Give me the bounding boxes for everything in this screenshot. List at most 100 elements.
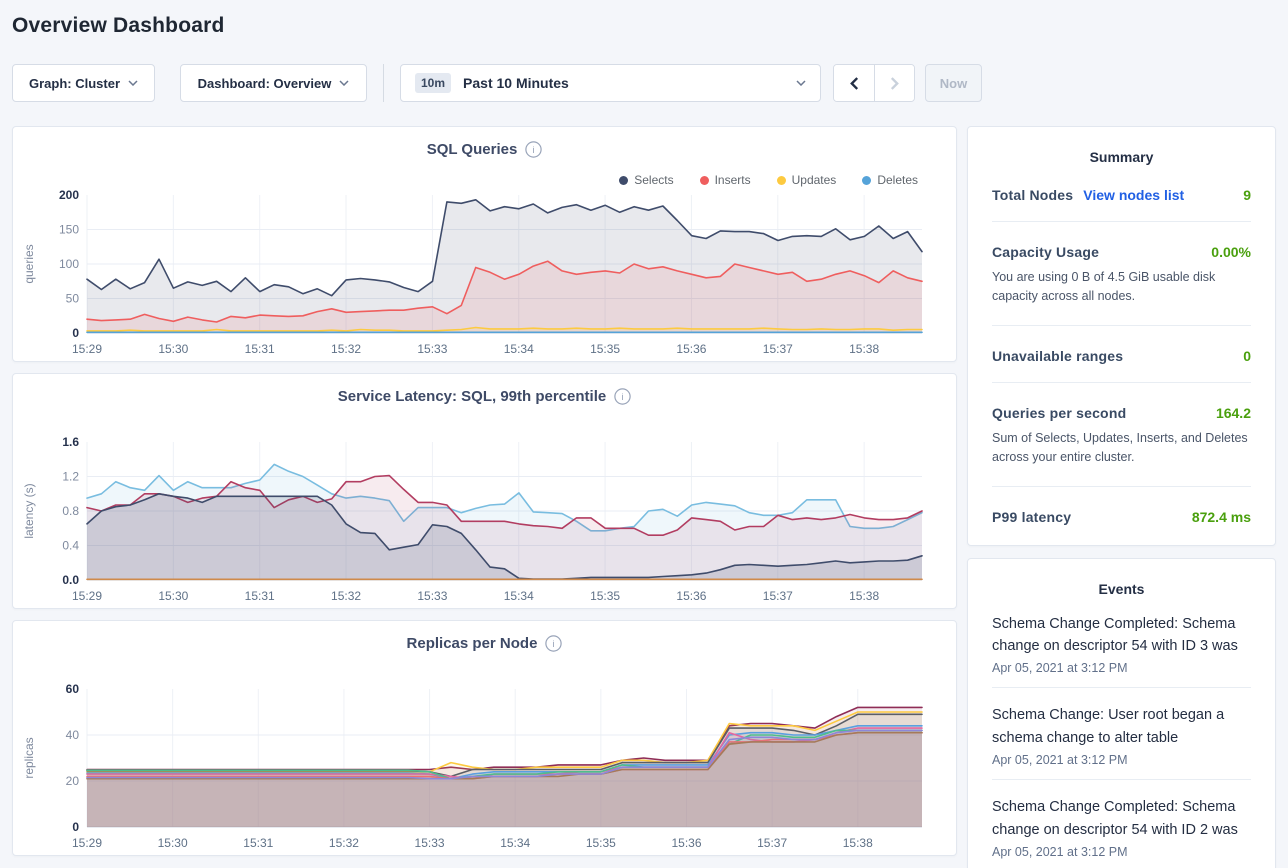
time-nav-group [833, 64, 915, 102]
time-prev-button[interactable] [834, 65, 874, 101]
graph-dropdown[interactable]: Graph: Cluster [12, 64, 155, 102]
summary-title: Summary [992, 149, 1251, 165]
event-item[interactable]: Schema Change Completed: Schema change o… [992, 780, 1251, 868]
svg-text:15:34: 15:34 [504, 589, 534, 603]
queries-per-second-desc: Sum of Selects, Updates, Inserts, and De… [992, 421, 1251, 487]
svg-text:15:37: 15:37 [757, 836, 787, 850]
svg-text:i: i [553, 639, 555, 650]
capacity-usage-row: Capacity Usage 0.00% [992, 222, 1251, 260]
dashboard-dropdown[interactable]: Dashboard: Overview [180, 64, 367, 102]
chart-title: SQL Queries [427, 141, 518, 158]
svg-text:0.8: 0.8 [62, 504, 79, 518]
svg-text:15:30: 15:30 [158, 342, 188, 356]
svg-text:15:33: 15:33 [417, 589, 447, 603]
total-nodes-row: Total Nodes View nodes list 9 [992, 165, 1251, 203]
legend-dot [777, 176, 786, 185]
event-item[interactable]: Schema Change Completed: Schema change o… [992, 597, 1251, 689]
now-button[interactable]: Now [925, 64, 982, 102]
chart-title: Service Latency: SQL, 99th percentile [338, 388, 606, 405]
svg-text:latency (s): latency (s) [22, 483, 36, 538]
sidebar: Summary Total Nodes View nodes list 9 Ca… [967, 126, 1276, 868]
svg-text:15:37: 15:37 [763, 342, 793, 356]
svg-text:queries: queries [22, 244, 36, 283]
events-list: Schema Change Completed: Schema change o… [992, 597, 1251, 868]
svg-text:replicas: replicas [22, 737, 36, 778]
svg-text:15:34: 15:34 [504, 342, 534, 356]
capacity-usage-desc: You are using 0 B of 4.5 GiB usable disk… [992, 260, 1251, 326]
event-text: Schema Change: User root began a schema … [992, 704, 1251, 749]
svg-text:0: 0 [72, 820, 79, 834]
toolbar-divider [383, 64, 384, 102]
service-latency-plot[interactable]: 15:2915:3015:3115:3215:3315:3415:3515:36… [19, 432, 954, 604]
chart-sql-queries: SQL Queries i SelectsInsertsUpdatesDelet… [12, 126, 957, 362]
svg-text:15:35: 15:35 [586, 836, 616, 850]
svg-text:0.0: 0.0 [62, 573, 79, 587]
event-text: Schema Change Completed: Schema change o… [992, 796, 1251, 841]
svg-text:15:32: 15:32 [331, 589, 361, 603]
chevron-down-icon [796, 80, 806, 86]
replicas-plot[interactable]: 15:2915:3015:3115:3215:3315:3415:3515:36… [19, 679, 954, 851]
svg-text:15:36: 15:36 [671, 836, 701, 850]
svg-text:15:36: 15:36 [676, 589, 706, 603]
event-text: Schema Change Completed: Schema change o… [992, 613, 1251, 658]
unavailable-ranges-value: 0 [1243, 348, 1251, 364]
chevron-down-icon [128, 80, 138, 86]
svg-text:15:35: 15:35 [590, 589, 620, 603]
view-nodes-list-link[interactable]: View nodes list [1083, 187, 1184, 203]
svg-text:15:32: 15:32 [329, 836, 359, 850]
info-icon[interactable]: i [614, 388, 631, 405]
main-content: SQL Queries i SelectsInsertsUpdatesDelet… [12, 126, 1276, 868]
sql-queries-plot[interactable]: 15:2915:3015:3115:3215:3315:3415:3515:36… [19, 185, 954, 357]
legend-dot [862, 176, 871, 185]
event-timestamp: Apr 05, 2021 at 3:12 PM [992, 657, 1251, 675]
svg-text:100: 100 [59, 257, 79, 271]
event-item[interactable]: Schema Change: User root began a schema … [992, 688, 1251, 780]
svg-text:150: 150 [59, 223, 79, 237]
svg-text:i: i [622, 392, 624, 403]
svg-text:15:29: 15:29 [72, 342, 102, 356]
svg-text:1.6: 1.6 [62, 435, 79, 449]
dashboard-dropdown-label: Dashboard: Overview [198, 76, 332, 91]
svg-text:15:38: 15:38 [849, 342, 879, 356]
svg-text:15:38: 15:38 [843, 836, 873, 850]
svg-text:15:33: 15:33 [415, 836, 445, 850]
time-next-button[interactable] [874, 65, 914, 101]
svg-text:i: i [533, 145, 535, 156]
time-range-dropdown[interactable]: 10m Past 10 Minutes [400, 64, 821, 102]
svg-text:40: 40 [66, 728, 80, 742]
info-icon[interactable]: i [545, 635, 562, 652]
svg-text:15:37: 15:37 [763, 589, 793, 603]
unavailable-ranges-row: Unavailable ranges 0 [992, 326, 1251, 383]
divider [992, 203, 1251, 222]
capacity-usage-value: 0.00% [1211, 244, 1251, 260]
total-nodes-value: 9 [1243, 187, 1251, 203]
capacity-usage-label: Capacity Usage [992, 244, 1099, 260]
svg-text:60: 60 [66, 682, 80, 696]
legend-dot [619, 176, 628, 185]
chart-replicas-per-node: Replicas per Node i 15:2915:3015:3115:32… [12, 620, 957, 856]
charts-column: SQL Queries i SelectsInsertsUpdatesDelet… [12, 126, 957, 856]
p99-latency-label: P99 latency [992, 509, 1071, 525]
svg-text:0: 0 [72, 326, 79, 340]
event-timestamp: Apr 05, 2021 at 3:12 PM [992, 749, 1251, 767]
total-nodes-label: Total Nodes [992, 187, 1073, 203]
svg-text:15:31: 15:31 [245, 589, 275, 603]
legend-dot [700, 176, 709, 185]
svg-text:50: 50 [66, 292, 80, 306]
events-panel: Events Schema Change Completed: Schema c… [967, 558, 1276, 868]
queries-per-second-row: Queries per second 164.2 [992, 383, 1251, 421]
svg-text:0.4: 0.4 [62, 539, 79, 553]
page-title: Overview Dashboard [0, 0, 1288, 38]
chevron-right-icon [890, 77, 899, 90]
svg-text:1.2: 1.2 [62, 470, 79, 484]
time-range-label: Past 10 Minutes [463, 75, 569, 91]
queries-per-second-value: 164.2 [1216, 405, 1251, 421]
svg-text:15:36: 15:36 [676, 342, 706, 356]
svg-text:15:35: 15:35 [590, 342, 620, 356]
svg-text:15:34: 15:34 [500, 836, 530, 850]
svg-text:200: 200 [59, 188, 79, 202]
unavailable-ranges-label: Unavailable ranges [992, 348, 1123, 364]
info-icon[interactable]: i [525, 141, 542, 158]
events-title: Events [992, 581, 1251, 597]
toolbar: Graph: Cluster Dashboard: Overview 10m P… [12, 64, 1276, 102]
